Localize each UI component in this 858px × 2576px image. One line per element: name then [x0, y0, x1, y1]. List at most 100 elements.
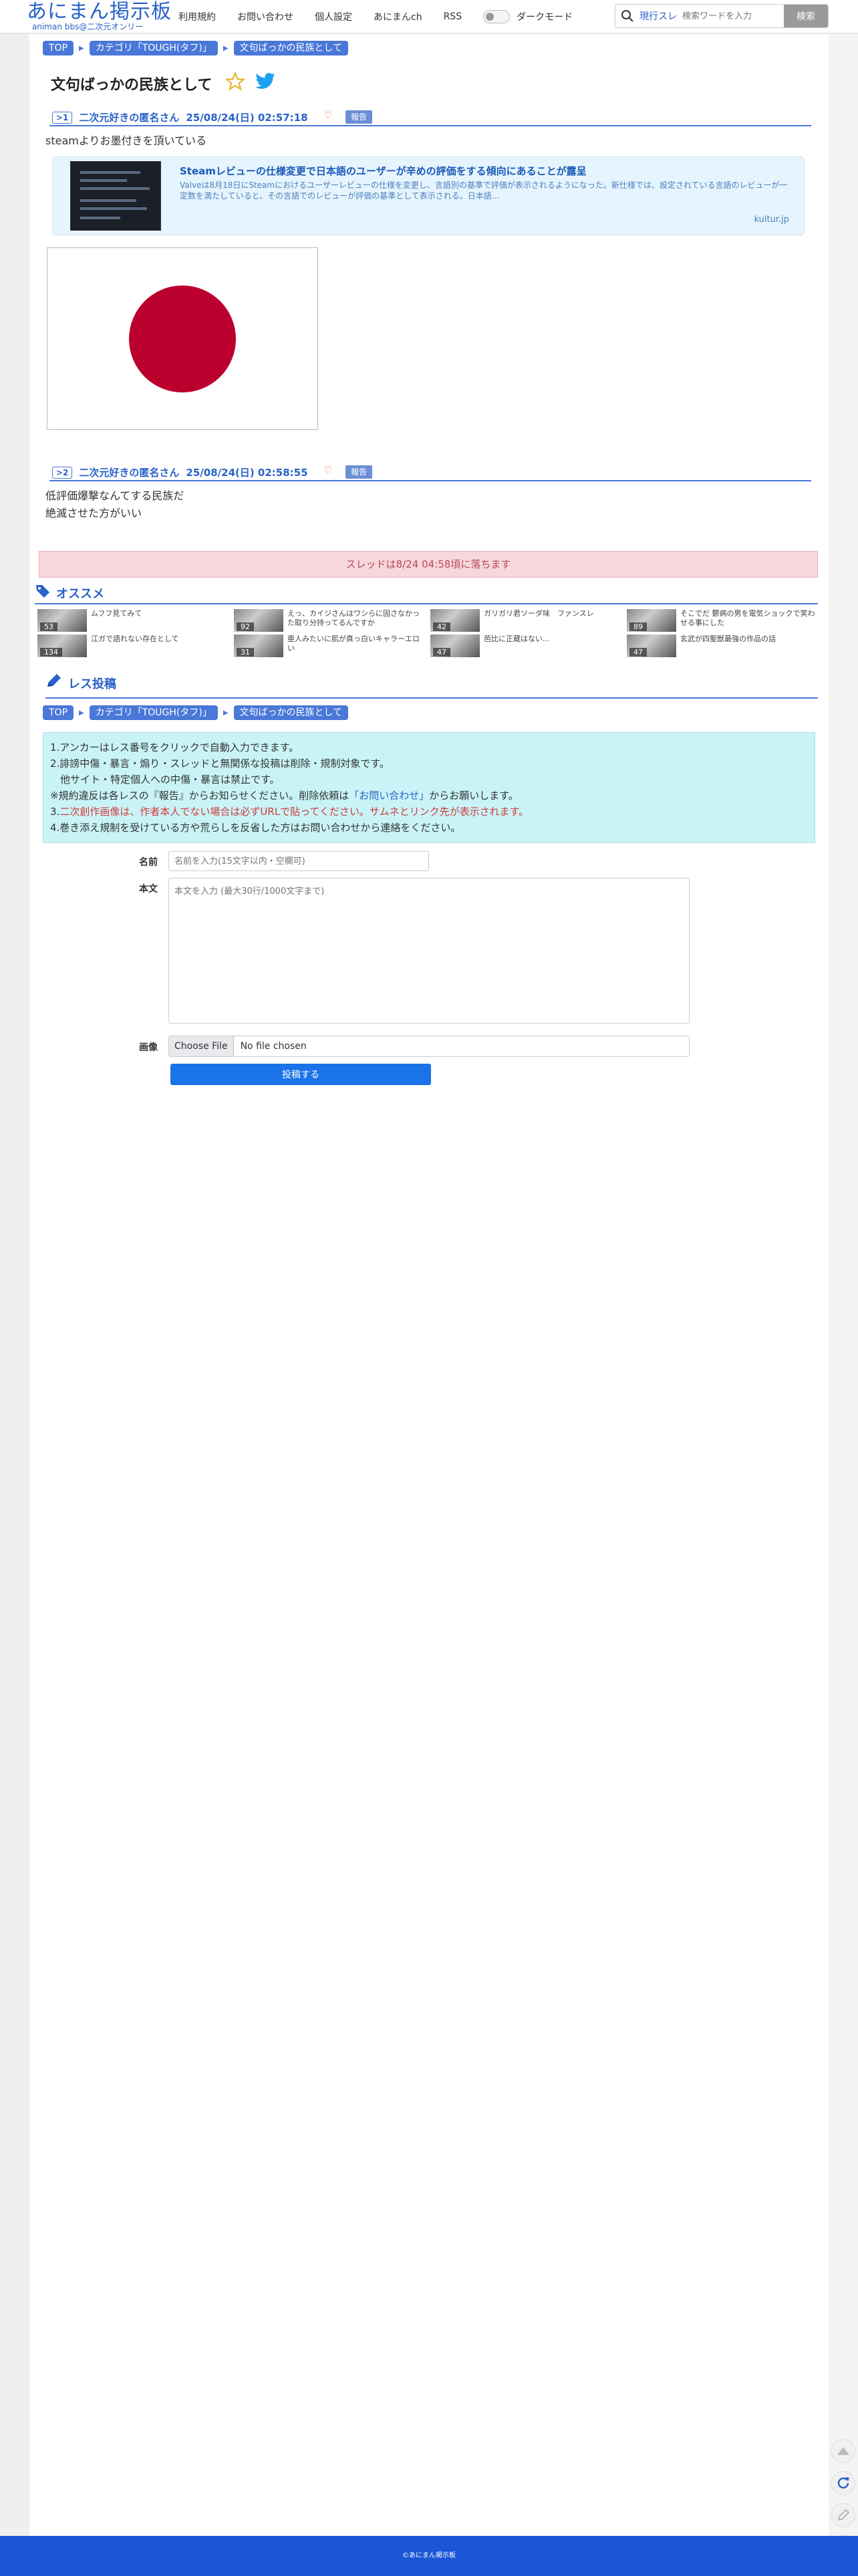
dark-mode-label: ダークモード [517, 12, 573, 23]
link-preview-card[interactable]: Steamレビューの仕様変更で日本語のユーザーが辛めの評価をする傾向にあることが… [52, 156, 805, 235]
image-label: 画像 [139, 1042, 158, 1053]
toggle-switch[interactable] [483, 10, 511, 23]
breadcrumb-thread[interactable]: 文句ばっかの民族として [233, 705, 349, 720]
nav-contact[interactable]: お問い合わせ [237, 10, 293, 23]
right-gutter [829, 34, 858, 2536]
site-header: あにまん掲示板 animan bbs@二次元オンリー 利用規約 お問い合わせ 個… [0, 0, 858, 33]
nav-settings[interactable]: 個人設定 [315, 10, 352, 23]
link-description: Valveは8月18日にSteamにおけるユーザーレビューの仕様を変更し、言語別… [180, 181, 788, 201]
contact-link[interactable]: 「お問い合わせ」 [349, 790, 429, 802]
name-label: 名前 [139, 857, 158, 868]
breadcrumb-sep: ▶ [223, 44, 229, 52]
report-button[interactable]: 報告 [345, 465, 373, 479]
main-content: TOP ▶ カテゴリ「TOUGH(タフ)」 ▶ 文句ばっかの民族として 文句ばっ… [29, 34, 829, 2536]
body-textarea[interactable] [168, 878, 690, 1024]
rule-note-suffix: からお願いします。 [429, 790, 519, 802]
recommend-text: 芭比に正蔵はない... [484, 634, 550, 643]
rule3-warning: 二次創作画像は、作者本人でない場合は必ずURLで貼ってください。サムネとリンク先… [59, 806, 529, 818]
post-line: steamよりお墨付きを頂いている [45, 134, 207, 147]
choose-file-button[interactable]: Choose File [169, 1036, 234, 1056]
report-button[interactable]: 報告 [345, 110, 373, 124]
recommend-item[interactable]: 31 亜人みたいに肌が真っ白いキャラーエロい [234, 634, 424, 657]
breadcrumb-thread[interactable]: 文句ばっかの民族として [233, 41, 349, 55]
site-logo[interactable]: あにまん掲示板 animan bbs@二次元オンリー [27, 1, 174, 32]
post-date: 25/08/24(日) 02:57:18 [186, 112, 308, 124]
recommend-item[interactable]: 92 えっ、カイジさんはワシらに固さなかった取り分持ってるんですか [234, 609, 424, 632]
search-box: 現行スレ 検索 [615, 4, 829, 28]
post-form-title: レス投稿 [68, 677, 116, 691]
recommend-thumb: 31 [234, 634, 283, 657]
link-title[interactable]: Steamレビューの仕様変更で日本語のユーザーが辛めの評価をする傾向にあることが… [180, 164, 587, 178]
recommend-item[interactable]: 134 江ガで語れない存在として [37, 634, 227, 657]
name-input[interactable] [168, 851, 429, 871]
thread-title: 文句ばっかの民族として [51, 71, 276, 96]
reply-count: 42 [433, 622, 450, 631]
reply-count: 92 [237, 622, 254, 631]
nav-rss[interactable]: RSS [444, 11, 462, 22]
recommend-text: 亜人みたいに肌が真っ白いキャラーエロい [287, 634, 420, 653]
breadcrumb-top[interactable]: TOP [43, 41, 74, 55]
rule3-prefix: 3. [50, 806, 60, 818]
nav-animanch[interactable]: あにまんch [374, 10, 422, 23]
file-status: No file chosen [240, 1041, 307, 1052]
scroll-top-icon[interactable] [831, 2439, 855, 2463]
heart-icon[interactable]: ♡ [324, 465, 333, 476]
recommend-heading: オススメ [35, 584, 104, 602]
poster-name: 二次元好きの匿名さん [79, 112, 180, 124]
recommend-text: 江ガで語れない存在として [91, 634, 179, 643]
recommend-item[interactable]: 47 玄武が四聖獣最強の作品の話 [627, 634, 817, 657]
breadcrumb-sep: ▶ [223, 709, 229, 717]
post-number[interactable]: >2 [52, 467, 73, 479]
recommend-text: ガリガリ君ソーダ味 ファンスレ [484, 609, 594, 618]
rule-line: 2.誹謗中傷・暴言・煽り・スレッドと無関係な投稿は削除・規制対象です。 [50, 757, 390, 770]
post-image[interactable] [47, 247, 318, 430]
post-header: >1 二次元好きの匿名さん 25/08/24(日) 02:57:18 ♡ 報告 [49, 110, 811, 126]
breadcrumb-category[interactable]: カテゴリ「TOUGH(タフ)」 [89, 41, 218, 55]
breadcrumb-sep: ▶ [79, 44, 84, 52]
recommend-thumb: 47 [430, 634, 480, 657]
reply-count: 47 [629, 648, 647, 657]
pencil-icon [45, 673, 63, 693]
submit-button[interactable]: 投稿する [170, 1064, 431, 1085]
logo-title: あにまん掲示板 [27, 0, 172, 23]
nav-terms[interactable]: 利用規約 [178, 10, 216, 23]
logo-subtitle: animan bbs@二次元オンリー [32, 22, 144, 31]
recommend-text: 玄武が四聖獣最強の作品の話 [680, 634, 776, 643]
recommend-item[interactable]: 47 芭比に正蔵はない... [430, 634, 620, 657]
heart-icon[interactable]: ♡ [324, 110, 333, 121]
rule-note-prefix: ※規約違反は各レスの『報告』からお知らせください。削除依頼は [50, 790, 349, 802]
recommend-thumb: 92 [234, 609, 283, 632]
section-divider [35, 603, 818, 604]
reload-icon[interactable] [831, 2471, 855, 2495]
search-button[interactable]: 検索 [784, 5, 828, 27]
edit-icon[interactable] [831, 2503, 855, 2527]
link-thumbnail [70, 161, 161, 231]
recommend-item[interactable]: 53 ムフフ見てみて [37, 609, 227, 632]
recommend-thumb: 134 [37, 634, 87, 657]
recommend-thumb: 42 [430, 609, 480, 632]
post-date: 25/08/24(日) 02:58:55 [186, 467, 308, 479]
tag-icon [35, 584, 51, 602]
post-number[interactable]: >1 [52, 112, 73, 124]
recommend-item[interactable]: 89 そこでだ 鬱病の男を電気ショックで笑わせる事にした [627, 609, 817, 632]
recommend-thumb: 89 [627, 609, 676, 632]
favorite-star-icon[interactable] [225, 71, 246, 96]
post-line: 絶滅させた方がいい [45, 507, 142, 519]
thumb-line [80, 207, 147, 210]
image-file-input[interactable]: Choose File No file chosen [168, 1036, 690, 1057]
breadcrumb-top[interactable]: TOP [43, 705, 74, 720]
search-category[interactable]: 現行スレ [639, 9, 677, 23]
twitter-share-icon[interactable] [255, 72, 276, 95]
body-label: 本文 [139, 884, 158, 895]
poster-name: 二次元好きの匿名さん [79, 467, 180, 479]
search-input[interactable] [682, 11, 782, 21]
post-line: 低評価爆撃なんてする民族だ [45, 489, 184, 502]
breadcrumb: TOP ▶ カテゴリ「TOUGH(タフ)」 ▶ 文句ばっかの民族として [43, 41, 349, 55]
dark-mode-toggle[interactable]: ダークモード [483, 10, 573, 23]
recommend-title: オススメ [56, 586, 104, 601]
thumb-line [80, 199, 136, 202]
recommend-item[interactable]: 42 ガリガリ君ソーダ味 ファンスレ [430, 609, 620, 632]
recommend-thumb: 47 [627, 634, 676, 657]
japan-flag-circle [129, 285, 236, 392]
breadcrumb-category[interactable]: カテゴリ「TOUGH(タフ)」 [89, 705, 218, 720]
